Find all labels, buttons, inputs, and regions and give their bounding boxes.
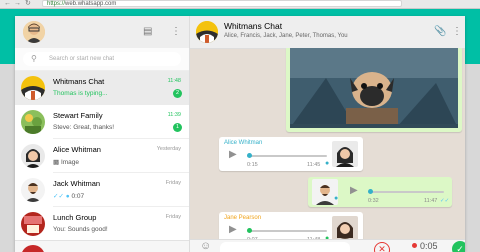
chat-name: Whitmans Chat: [53, 77, 105, 86]
chat-time: Friday: [165, 180, 181, 186]
unread-badge: 1: [173, 123, 182, 132]
mic-icon: ●: [334, 195, 339, 202]
chat-preview: Steve: Great, thanks!: [53, 124, 115, 131]
chat-time: 11:48: [167, 78, 181, 84]
image-message[interactable]: [286, 48, 462, 132]
audio-seek-handle[interactable]: [247, 228, 252, 233]
conversation-members: Alice, Francis, Jack, Jane, Peter, Thoma…: [224, 33, 348, 39]
chat-item-lunch-group[interactable]: Lunch Group Friday You: Sounds good!: [15, 207, 189, 241]
sender-name: Jane Pearson: [224, 215, 262, 221]
browser-toolbar: ← → ↻ https://web.whatsapp.com: [0, 0, 480, 9]
play-icon[interactable]: ▶: [229, 149, 237, 160]
mic-icon: ●: [65, 193, 70, 200]
attach-icon[interactable]: 📎: [434, 26, 446, 38]
menu-icon[interactable]: ⋮: [171, 26, 181, 38]
sender-name: Alice Whitman: [224, 140, 263, 146]
address-bar[interactable]: https://web.whatsapp.com: [42, 0, 402, 7]
search-bar: ⚲ Search or start new chat: [15, 48, 189, 71]
url-scheme: https://: [47, 1, 66, 7]
preview-text: 0:07: [71, 193, 85, 200]
conversation-menu-icon[interactable]: ⋮: [452, 26, 462, 38]
chat-item-alice-whitman[interactable]: Alice Whitman Yesterday ▩ Image: [15, 139, 189, 173]
mic-icon: ●: [325, 160, 330, 167]
chat-item-stewart-family[interactable]: Stewart Family 11:39 Steve: Great, thank…: [15, 105, 189, 139]
group-avatar[interactable]: [196, 21, 218, 43]
camera-icon: ▩: [53, 159, 61, 166]
pug-photo: [290, 48, 458, 128]
play-icon[interactable]: ▶: [229, 224, 237, 235]
chat-time: 11:39: [167, 112, 181, 118]
play-icon[interactable]: ▶: [350, 185, 358, 196]
forward-icon[interactable]: →: [14, 0, 21, 8]
message-time: 11:45: [307, 162, 321, 168]
preview-text: Image: [60, 159, 80, 166]
chat-avatar: [21, 144, 45, 168]
composer-bar: ☺ ✕ 0:05 ✓: [190, 239, 465, 252]
audio-track[interactable]: [368, 191, 444, 193]
sidebar-footer: [15, 240, 189, 252]
url-host: web.whatsapp.com: [65, 1, 117, 7]
voice-message-alice[interactable]: Alice Whitman ▶ 0:15 11:45 ●: [219, 137, 363, 171]
search-input[interactable]: ⚲ Search or start new chat: [23, 52, 181, 66]
conversation-title: Whitmans Chat: [224, 21, 283, 31]
search-icon: ⚲: [31, 54, 37, 63]
chat-time: Friday: [165, 214, 181, 220]
my-avatar[interactable]: [23, 21, 45, 43]
chat-preview: You: Sounds good!: [53, 226, 108, 233]
chat-preview: ✓✓ ● 0:07: [53, 192, 84, 200]
send-recording-button[interactable]: ✓: [452, 241, 465, 252]
reload-icon[interactable]: ↻: [25, 0, 31, 8]
emoji-icon[interactable]: ☺: [200, 240, 211, 252]
recording-timer: 0:05: [420, 241, 438, 251]
chat-name: Jack Whitman: [53, 179, 101, 188]
sender-avatar: [332, 141, 358, 167]
voice-message-outgoing[interactable]: ● ▶ 0:32 11:47 ✓✓: [308, 177, 452, 207]
chat-item-jack-whitman[interactable]: Jack Whitman Friday ✓✓ ● 0:07: [15, 173, 189, 207]
audio-track[interactable]: [247, 155, 327, 157]
chat-preview: Thomas is typing...: [53, 90, 108, 97]
sidebar-header: ▤ ⋮: [15, 16, 189, 48]
read-ticks-icon: ✓✓: [53, 193, 64, 200]
audio-track[interactable]: [247, 230, 327, 232]
chat-item-whitmans-chat[interactable]: Whitmans Chat 11:48 Thomas is typing... …: [15, 71, 189, 105]
audio-seek-handle[interactable]: [247, 153, 252, 158]
chat-avatar: [21, 178, 45, 202]
new-chat-icon[interactable]: ▤: [143, 26, 152, 38]
message-input[interactable]: [220, 242, 350, 252]
message-time: 11:47: [424, 198, 438, 204]
chat-avatar: [21, 212, 45, 236]
next-chat-avatar: [21, 245, 45, 252]
chat-name: Stewart Family: [53, 111, 103, 120]
chat-time: Yesterday: [156, 146, 181, 152]
search-placeholder: Search or start new chat: [49, 56, 115, 62]
chat-name: Alice Whitman: [53, 145, 101, 154]
recording-dot-icon: [412, 243, 417, 248]
conversation-pane: Whitmans Chat Alice, Francis, Jack, Jane…: [190, 16, 465, 252]
back-icon[interactable]: ←: [4, 0, 11, 8]
chat-name: Lunch Group: [53, 213, 97, 222]
chat-preview: ▩ Image: [53, 158, 79, 166]
whatsapp-window: ▤ ⋮ ⚲ Search or start new chat Whitmans …: [15, 16, 465, 252]
chat-avatar: [21, 110, 45, 134]
chat-avatar: [21, 76, 45, 100]
audio-seek-handle[interactable]: [368, 189, 373, 194]
conversation-header[interactable]: Whitmans Chat Alice, Francis, Jack, Jane…: [190, 16, 465, 49]
cancel-recording-button[interactable]: ✕: [374, 242, 390, 252]
sidebar: ▤ ⋮ ⚲ Search or start new chat Whitmans …: [15, 16, 190, 252]
unread-badge: 2: [173, 89, 182, 98]
read-ticks-icon: ✓✓: [440, 198, 450, 204]
audio-duration: 0:15: [247, 162, 258, 168]
audio-duration: 0:32: [368, 198, 379, 204]
